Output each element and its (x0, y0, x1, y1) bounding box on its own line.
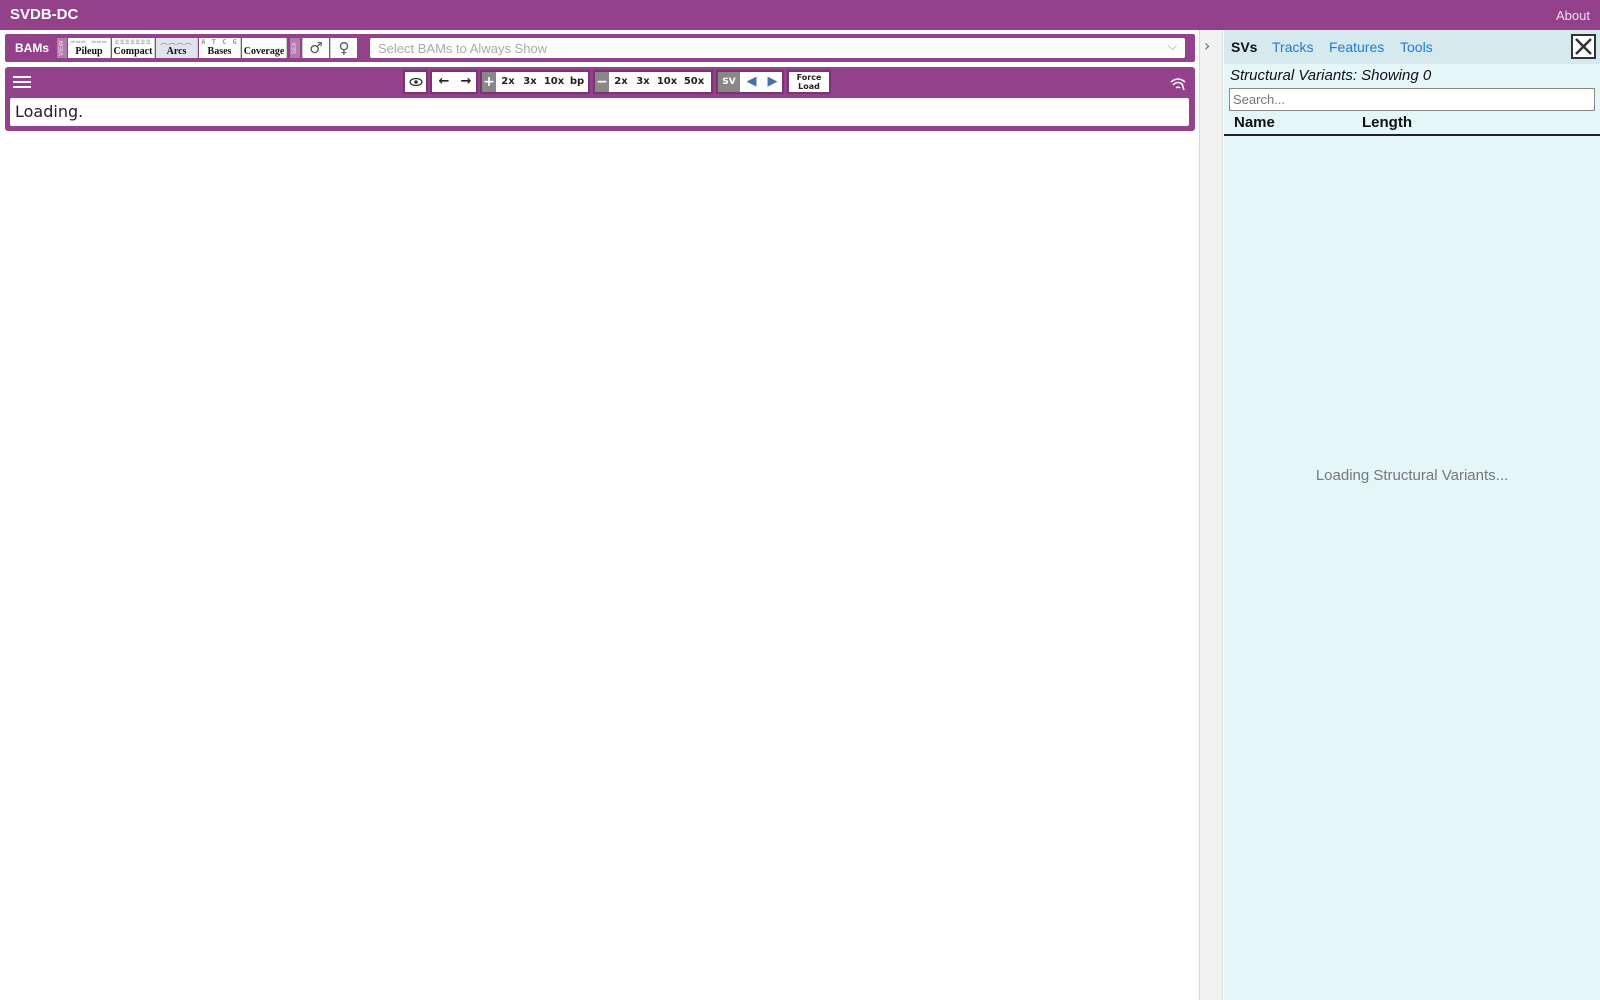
pan-right-button[interactable]: → (456, 72, 476, 92)
about-link[interactable]: About (1556, 8, 1590, 23)
plus-icon: + (482, 72, 496, 92)
tab-tracks[interactable]: Tracks (1272, 39, 1313, 55)
sv-label: SV (718, 72, 740, 92)
tab-tools[interactable]: Tools (1400, 39, 1433, 55)
chevron-down-icon[interactable]: ⌵ (1168, 39, 1177, 54)
genome-viewer: ← → + 2x 3x 10x bp − 2x 3x 10x 50x SV ◀ … (5, 67, 1195, 131)
zoom-out-2x-button[interactable]: 2x (611, 72, 631, 92)
sex-tag: SEX (290, 38, 300, 58)
table-header-divider (1224, 134, 1600, 136)
menu-icon[interactable] (13, 73, 31, 91)
zoom-out-50x-button[interactable]: 50x (681, 72, 707, 92)
zoom-out-10x-button[interactable]: 10x (655, 72, 679, 92)
bam-toolbar: BAMs VIEW ═══ ═══ Pileup ≡≡≡≡≡≡≡ Compact… (5, 34, 1195, 62)
view-tag: VIEW (57, 38, 67, 58)
zoom-in-10x-button[interactable]: 10x (542, 72, 566, 92)
sv-search-input[interactable] (1229, 88, 1595, 111)
zoom-in-3x-button[interactable]: 3x (520, 72, 540, 92)
zoom-out-3x-button[interactable]: 3x (633, 72, 653, 92)
view-bases-button[interactable]: A T C G Bases (199, 38, 241, 58)
view-label: Arcs (166, 46, 187, 57)
next-sv-button[interactable]: ▶ (763, 72, 782, 92)
pan-group: ← → (430, 70, 478, 94)
force-load-line: Load (798, 82, 820, 91)
view-label: Pileup (75, 46, 103, 57)
zoom-in-2x-button[interactable]: 2x (498, 72, 518, 92)
zoom-out-group: − 2x 3x 10x 50x (593, 70, 713, 94)
view-label: Coverage (243, 46, 285, 57)
bams-label: BAMs (14, 41, 49, 55)
app-title: SVDB-DC (10, 6, 79, 23)
visibility-group (403, 70, 428, 94)
column-header-length[interactable]: Length (1362, 114, 1412, 131)
previous-sv-button[interactable]: ◀ (742, 72, 761, 92)
sidebar: SVs Tracks Features Tools Structural Var… (1224, 30, 1600, 1000)
column-header-name[interactable]: Name (1234, 114, 1275, 131)
force-load-button[interactable]: Force Load (789, 72, 829, 92)
zoom-in-group: + 2x 3x 10x bp (480, 70, 590, 94)
force-load-line: Force (796, 73, 822, 82)
bam-select-placeholder: Select BAMs to Always Show (378, 41, 548, 56)
close-icon (1575, 38, 1592, 55)
force-load-group: Force Load (787, 70, 831, 94)
view-arcs-button[interactable]: ︵︵︵︵ Arcs (156, 38, 198, 58)
view-label: Bases (207, 46, 232, 57)
viewer-loading-text: Loading. (10, 98, 1189, 126)
tab-svs[interactable]: SVs (1231, 39, 1257, 55)
sv-nav-group: SV ◀ ▶ (716, 70, 784, 94)
pan-left-button[interactable]: ← (434, 72, 454, 92)
zoom-in-bp-button[interactable]: bp (567, 72, 587, 92)
eye-icon[interactable] (405, 72, 426, 92)
minus-icon: − (595, 72, 609, 92)
app-header: SVDB-DC About (0, 0, 1600, 30)
sidebar-tabs: SVs Tracks Features Tools (1224, 30, 1600, 64)
male-icon[interactable]: ♂ (302, 38, 329, 58)
view-coverage-button[interactable]: Coverage (242, 38, 287, 58)
view-compact-button[interactable]: ≡≡≡≡≡≡≡ Compact (112, 38, 155, 58)
chevron-right-icon[interactable]: › (1204, 36, 1210, 55)
view-label: Compact (113, 46, 153, 57)
signal-icon[interactable] (1169, 75, 1187, 91)
bam-select-dropdown[interactable]: Select BAMs to Always Show ⌵ (370, 38, 1185, 58)
tab-features[interactable]: Features (1329, 39, 1384, 55)
close-sidebar-button[interactable] (1571, 34, 1596, 59)
sidebar-collapse-strip: › (1199, 30, 1223, 1000)
female-icon[interactable]: ♀ (330, 38, 357, 58)
view-pileup-button[interactable]: ═══ ═══ Pileup (68, 38, 111, 58)
sv-count-header: Structural Variants: Showing 0 (1230, 67, 1432, 84)
sv-loading-text: Loading Structural Variants... (1315, 467, 1509, 484)
